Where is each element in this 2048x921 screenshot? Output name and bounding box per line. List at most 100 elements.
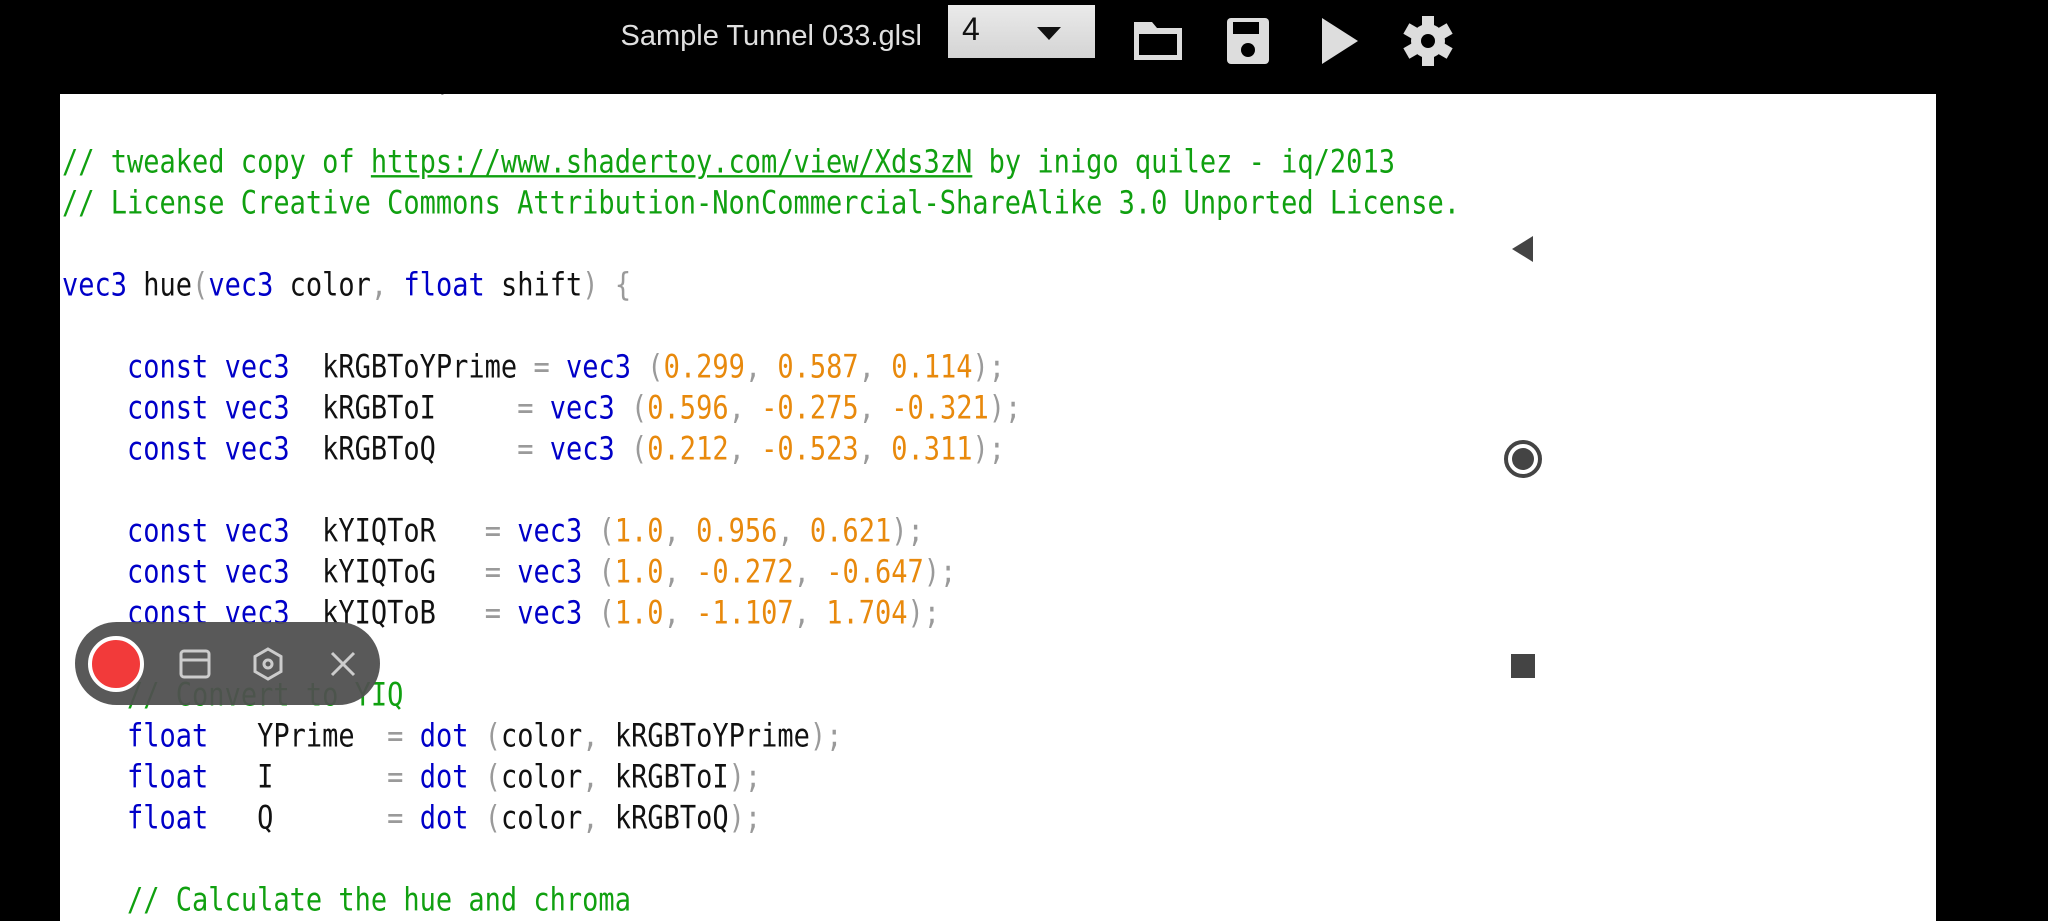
punctuation-token: , [793,594,810,633]
punctuation-token: , [858,348,875,387]
punctuation-token: ( [484,799,501,838]
comment-token: by inigo quilez - iq/2013 [972,143,1395,182]
punctuation-token: , [582,758,599,797]
keyword-token: float [127,717,209,756]
punctuation-token: , [582,717,599,756]
identifier-token: color [289,266,371,305]
save-icon[interactable] [1218,10,1278,70]
punctuation-token: ( [631,430,648,469]
punctuation-token: ( [598,553,615,592]
number-token: -0.321 [891,389,989,428]
identifier-token: color [501,758,583,797]
settings-hex-icon[interactable] [250,646,286,682]
number-token: 0.299 [663,348,745,387]
code-editor[interactable]: uniform vec2 resolution; // tweaked copy… [60,94,1936,921]
recents-icon[interactable] [1500,643,1546,689]
punctuation-token: ) [988,389,1005,428]
punctuation-token: , [663,512,680,551]
keyword-token: vec3 [566,348,632,387]
gear-icon[interactable] [1398,10,1458,70]
punctuation-token: , [777,512,794,551]
punctuation-token: ) [728,799,745,838]
record-icon[interactable] [88,636,144,692]
comment-token: // Calculate the hue and chroma [127,881,631,920]
keyword-token: vec3 [224,430,290,469]
number-token: 0.114 [891,348,973,387]
identifier-token: color [501,717,583,756]
keyword-token: dot [419,799,469,838]
punctuation-token: , [582,799,599,838]
number-token: 1.0 [614,553,664,592]
window-icon[interactable] [177,646,213,682]
number-token: 0.621 [809,512,892,551]
identifier-token: kRGBToQ [614,799,729,838]
number-token: -0.647 [826,553,924,592]
comment-token: // License Creative Commons Attribution-… [62,184,1460,223]
number-token: -0.275 [761,389,859,428]
back-icon[interactable] [1500,226,1546,272]
keyword-token: vec3 [517,594,583,633]
punctuation-token: ) [582,266,599,305]
number-token: -0.523 [761,430,859,469]
home-icon[interactable] [1500,436,1546,482]
identifier-token: kRGBToI [614,758,729,797]
folder-icon[interactable] [1128,10,1188,70]
punctuation-token: , [744,348,762,387]
identifier-token: kRGBToI [322,389,436,428]
identifier-token: hue [143,266,193,305]
identifier-token: kRGBToYPrime [322,348,518,387]
tab-dropdown[interactable]: 4 [948,5,1095,58]
number-token: 1.704 [826,594,908,633]
identifier-token: Q [257,799,274,838]
identifier-token: I [257,758,274,797]
identifier-token: kYIQToR [322,512,436,551]
keyword-token: vec3 [517,553,583,592]
play-icon[interactable] [1308,10,1368,70]
number-token: 0.212 [647,430,729,469]
keyword-token: vec3 [224,553,290,592]
identifier-token: shift [501,266,583,305]
keyword-token: vec3 [517,512,583,551]
close-icon[interactable] [325,646,361,682]
punctuation-token: ( [598,512,615,551]
comment-link[interactable]: https://www.shadertoy.com/view/Xds3zN [371,144,972,181]
punctuation-token: ( [484,717,501,756]
punctuation-token: = [387,758,404,797]
identifier-token: kRGBToQ [322,430,436,469]
number-token: 0.587 [777,348,859,387]
punctuation-token: , [858,430,875,469]
